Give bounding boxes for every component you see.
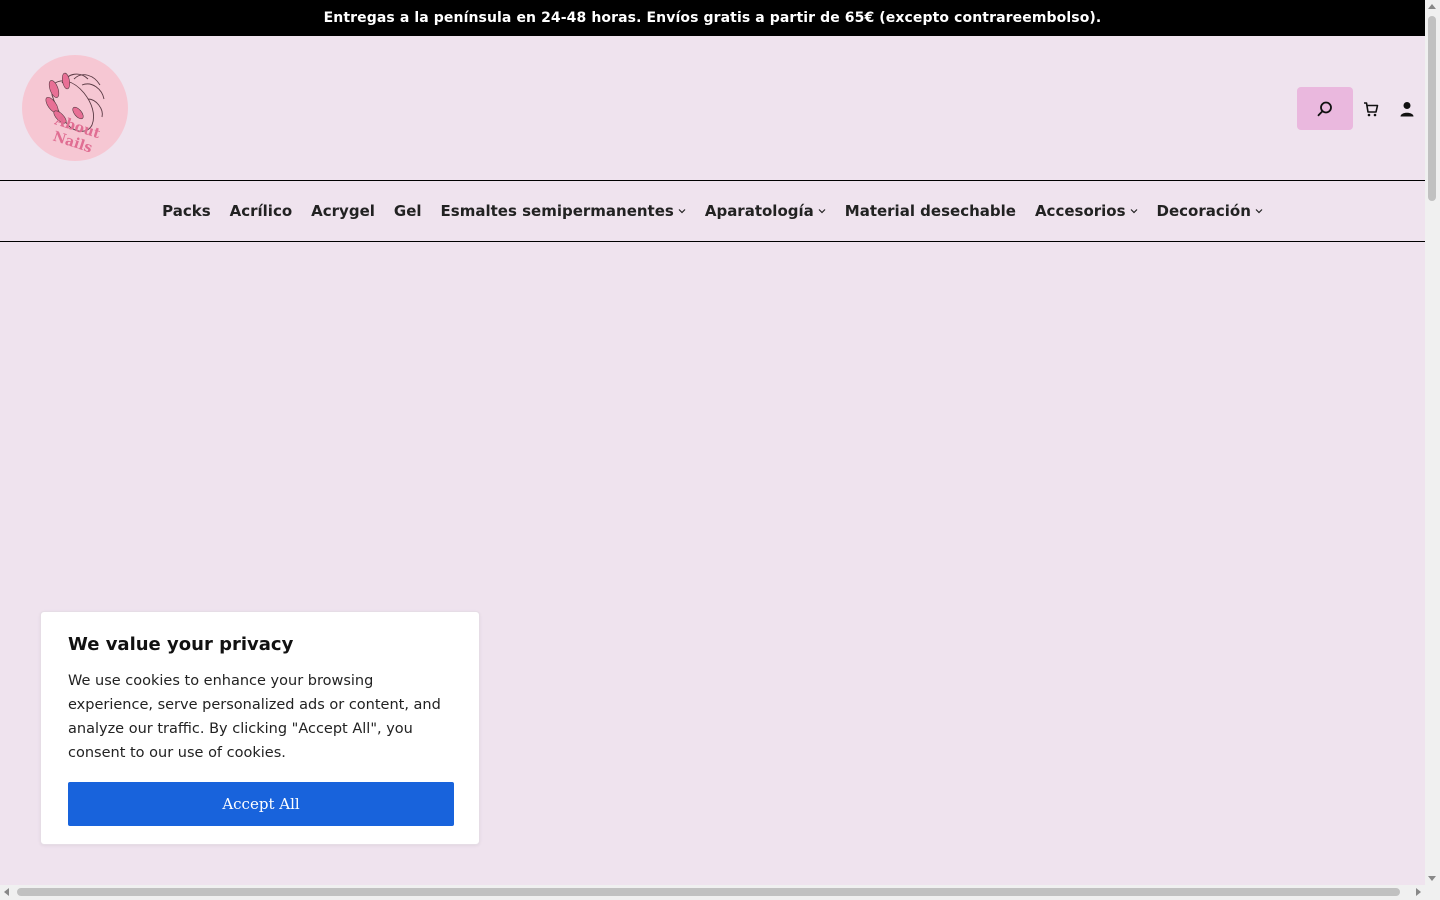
scroll-down-arrow-icon[interactable] bbox=[1428, 876, 1436, 881]
scroll-left-arrow-icon[interactable] bbox=[4, 888, 9, 896]
chevron-down-icon bbox=[1255, 208, 1263, 214]
scroll-up-arrow-icon[interactable] bbox=[1428, 4, 1436, 9]
nav-item-aparatologia[interactable]: Aparatología bbox=[695, 202, 835, 220]
vertical-scrollbar[interactable] bbox=[1425, 0, 1440, 885]
horizontal-scroll-thumb[interactable] bbox=[17, 888, 1400, 896]
nav-item-label: Gel bbox=[393, 202, 422, 220]
nav-item-acrilico[interactable]: Acrílico bbox=[220, 202, 302, 220]
cookie-title: We value your privacy bbox=[68, 634, 294, 655]
nav-item-packs[interactable]: Packs bbox=[153, 202, 221, 220]
search-button[interactable] bbox=[1297, 87, 1353, 130]
nav-item-material-desechable[interactable]: Material desechable bbox=[835, 202, 1025, 220]
nav-item-gel[interactable]: Gel bbox=[384, 202, 431, 220]
nav-item-label: Material desechable bbox=[844, 202, 1016, 220]
site-header: About Nails bbox=[0, 36, 1425, 181]
search-icon bbox=[1317, 101, 1332, 116]
nav-item-label: Accesorios bbox=[1034, 202, 1126, 220]
nav-item-label: Decoración bbox=[1156, 202, 1251, 220]
cookie-body: We use cookies to enhance your browsing … bbox=[68, 673, 441, 761]
scroll-right-arrow-icon[interactable] bbox=[1416, 888, 1421, 896]
nav-item-label: Acrílico bbox=[229, 202, 293, 220]
chevron-down-icon bbox=[818, 208, 826, 214]
scrollbar-corner bbox=[1425, 885, 1440, 900]
header-actions bbox=[1297, 87, 1425, 130]
nav-item-label: Aparatología bbox=[704, 202, 814, 220]
chevron-down-icon bbox=[678, 208, 686, 214]
cart-icon bbox=[1364, 101, 1379, 116]
nav-item-label: Acrygel bbox=[311, 202, 375, 220]
accept-all-button[interactable]: Accept All bbox=[68, 782, 454, 826]
account-icon bbox=[1400, 101, 1414, 116]
nav-item-accesorios[interactable]: Accesorios bbox=[1025, 202, 1147, 220]
nav-item-label: Packs bbox=[162, 202, 211, 220]
chevron-down-icon bbox=[1130, 208, 1138, 214]
page: Entregas a la península en 24-48 horas. … bbox=[0, 0, 1425, 885]
horizontal-scrollbar[interactable] bbox=[0, 885, 1425, 900]
nav-item-decoracion[interactable]: Decoración bbox=[1147, 202, 1272, 220]
vertical-scroll-thumb[interactable] bbox=[1428, 16, 1436, 201]
announcement-bar: Entregas a la península en 24-48 horas. … bbox=[0, 0, 1425, 36]
account-button[interactable] bbox=[1389, 87, 1425, 130]
cookie-consent-banner: We value your privacy We use cookies to … bbox=[40, 611, 480, 845]
nav-item-label: Esmaltes semipermanentes bbox=[440, 202, 674, 220]
cart-button[interactable] bbox=[1353, 87, 1389, 130]
nav-item-esmaltes-semipermanentes[interactable]: Esmaltes semipermanentes bbox=[431, 202, 695, 220]
nav-item-acrygel[interactable]: Acrygel bbox=[302, 202, 385, 220]
brand-logo[interactable]: About Nails bbox=[22, 55, 128, 161]
announcement-text: Entregas a la península en 24-48 horas. … bbox=[323, 10, 1102, 26]
main-navigation: Packs Acrílico Acrygel Gel Esmaltes semi… bbox=[0, 181, 1425, 242]
